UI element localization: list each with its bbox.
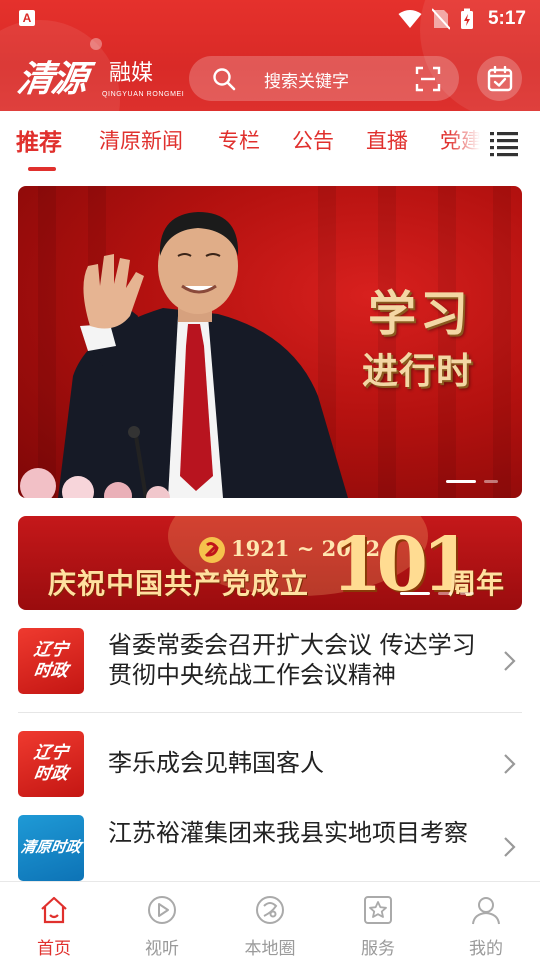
pagination-dot-active (400, 592, 430, 595)
nav-label: 视听 (145, 939, 179, 959)
news-title: 江苏裕灌集团来我县实地项目考察 (108, 819, 468, 847)
status-time: 5:17 (487, 8, 526, 29)
news-item[interactable]: 辽宁 时政 李乐成会见韩国客人 (18, 730, 522, 800)
nav-home[interactable]: 首页 (0, 882, 108, 960)
tab-announcement[interactable]: 公告 (292, 125, 334, 155)
thumbnail-label-line2: 时政 (32, 764, 70, 784)
hero-pagination (446, 480, 498, 483)
nav-label: 本地圈 (244, 939, 296, 959)
category-tabs: 推荐 清原新闻 专栏 公告 直播 党建 (0, 111, 540, 177)
nav-label: 服务 (361, 939, 395, 959)
banner-suffix: 周年 (448, 567, 505, 600)
search-icon (213, 68, 236, 91)
service-star-icon (364, 896, 392, 924)
local-circle-icon (256, 896, 284, 924)
logo-text: 融媒 (109, 61, 154, 86)
play-icon (148, 896, 176, 924)
chevron-right-icon (504, 754, 516, 774)
thumbnail-label-line1: 辽宁 (32, 640, 70, 660)
anniversary-banner[interactable]: 1921 ~ 2022 庆祝中国共产党成立 101 周年 (18, 516, 522, 610)
pagination-dot-active (446, 480, 476, 483)
app-logo: 清源 融媒 QINGYUAN RONGMEI (15, 50, 184, 102)
nav-local-circle[interactable]: 本地圈 (216, 882, 324, 960)
user-icon (472, 897, 500, 925)
status-icons: 5:17 (398, 6, 526, 32)
tab-recommend[interactable]: 推荐 (16, 123, 62, 157)
search-placeholder: 搜索关键字 (264, 72, 349, 92)
thumbnail-label-line1: 辽宁 (32, 743, 70, 763)
thumbnail-label: 清原时政 (19, 838, 83, 856)
logo-script: 清源 (14, 58, 89, 100)
hero-title-line2: 进行时 (362, 350, 474, 392)
news-thumbnail: 清原时政 (18, 815, 84, 881)
hero-photo (20, 212, 348, 498)
checkin-calendar-button[interactable] (477, 56, 522, 101)
news-item[interactable]: 辽宁 时政 省委常委会召开扩大会议 传达学习贯彻中央统战工作会议精神 (18, 626, 522, 698)
nav-service[interactable]: 服务 (324, 882, 432, 960)
pagination-dot (438, 592, 452, 595)
nav-video[interactable]: 视听 (108, 882, 216, 960)
status-bar: A 5:17 (0, 0, 540, 38)
home-icon (41, 896, 67, 924)
no-sim-icon (431, 8, 450, 30)
chevron-right-icon (504, 651, 516, 671)
bottom-navigation: 首页 视听 本地圈 服务 我的 (0, 881, 540, 960)
banner-number: 101 (331, 522, 473, 608)
channel-menu-icon[interactable] (488, 129, 520, 159)
hero-carousel[interactable]: 学习 进行时 (18, 186, 522, 498)
nav-profile[interactable]: 我的 (432, 882, 540, 960)
hero-title-line1: 学习 (368, 286, 473, 342)
tab-qingyuan-news[interactable]: 清原新闻 (99, 125, 183, 155)
chevron-right-icon (504, 837, 516, 857)
tab-column[interactable]: 专栏 (218, 125, 260, 155)
nav-label: 我的 (469, 939, 503, 959)
wifi-icon (398, 10, 422, 28)
active-tab-indicator (28, 167, 56, 171)
banner-pagination (400, 592, 474, 595)
logo-subtitle: QINGYUAN RONGMEI (102, 91, 185, 98)
news-thumbnail: 辽宁 时政 (18, 731, 84, 797)
banner-text: 庆祝中国共产党成立 (48, 567, 310, 600)
news-item[interactable]: 清原时政 江苏裕灌集团来我县实地项目考察 (18, 814, 522, 881)
tab-live[interactable]: 直播 (366, 125, 408, 155)
app-notification-icon: A (19, 10, 35, 26)
thumbnail-label-line2: 时政 (32, 661, 70, 681)
app-header: A 5:17 清源 融媒 QINGYUAN RONGMEI 搜索关键字 (0, 0, 540, 111)
calendar-check-icon (487, 66, 513, 92)
divider (18, 712, 522, 713)
scan-icon[interactable] (415, 66, 441, 92)
nav-label: 首页 (37, 939, 71, 959)
search-input[interactable]: 搜索关键字 (189, 56, 459, 101)
party-emblem-icon (199, 537, 225, 563)
pagination-dot (484, 480, 498, 483)
battery-charging-icon (460, 8, 473, 29)
news-title: 省委常委会召开扩大会议 传达学习贯彻中央统战工作会议精神 (108, 631, 476, 689)
pagination-dot (460, 592, 474, 595)
news-title: 李乐成会见韩国客人 (108, 749, 324, 777)
tabs-fade (448, 111, 488, 177)
news-thumbnail: 辽宁 时政 (18, 628, 84, 694)
